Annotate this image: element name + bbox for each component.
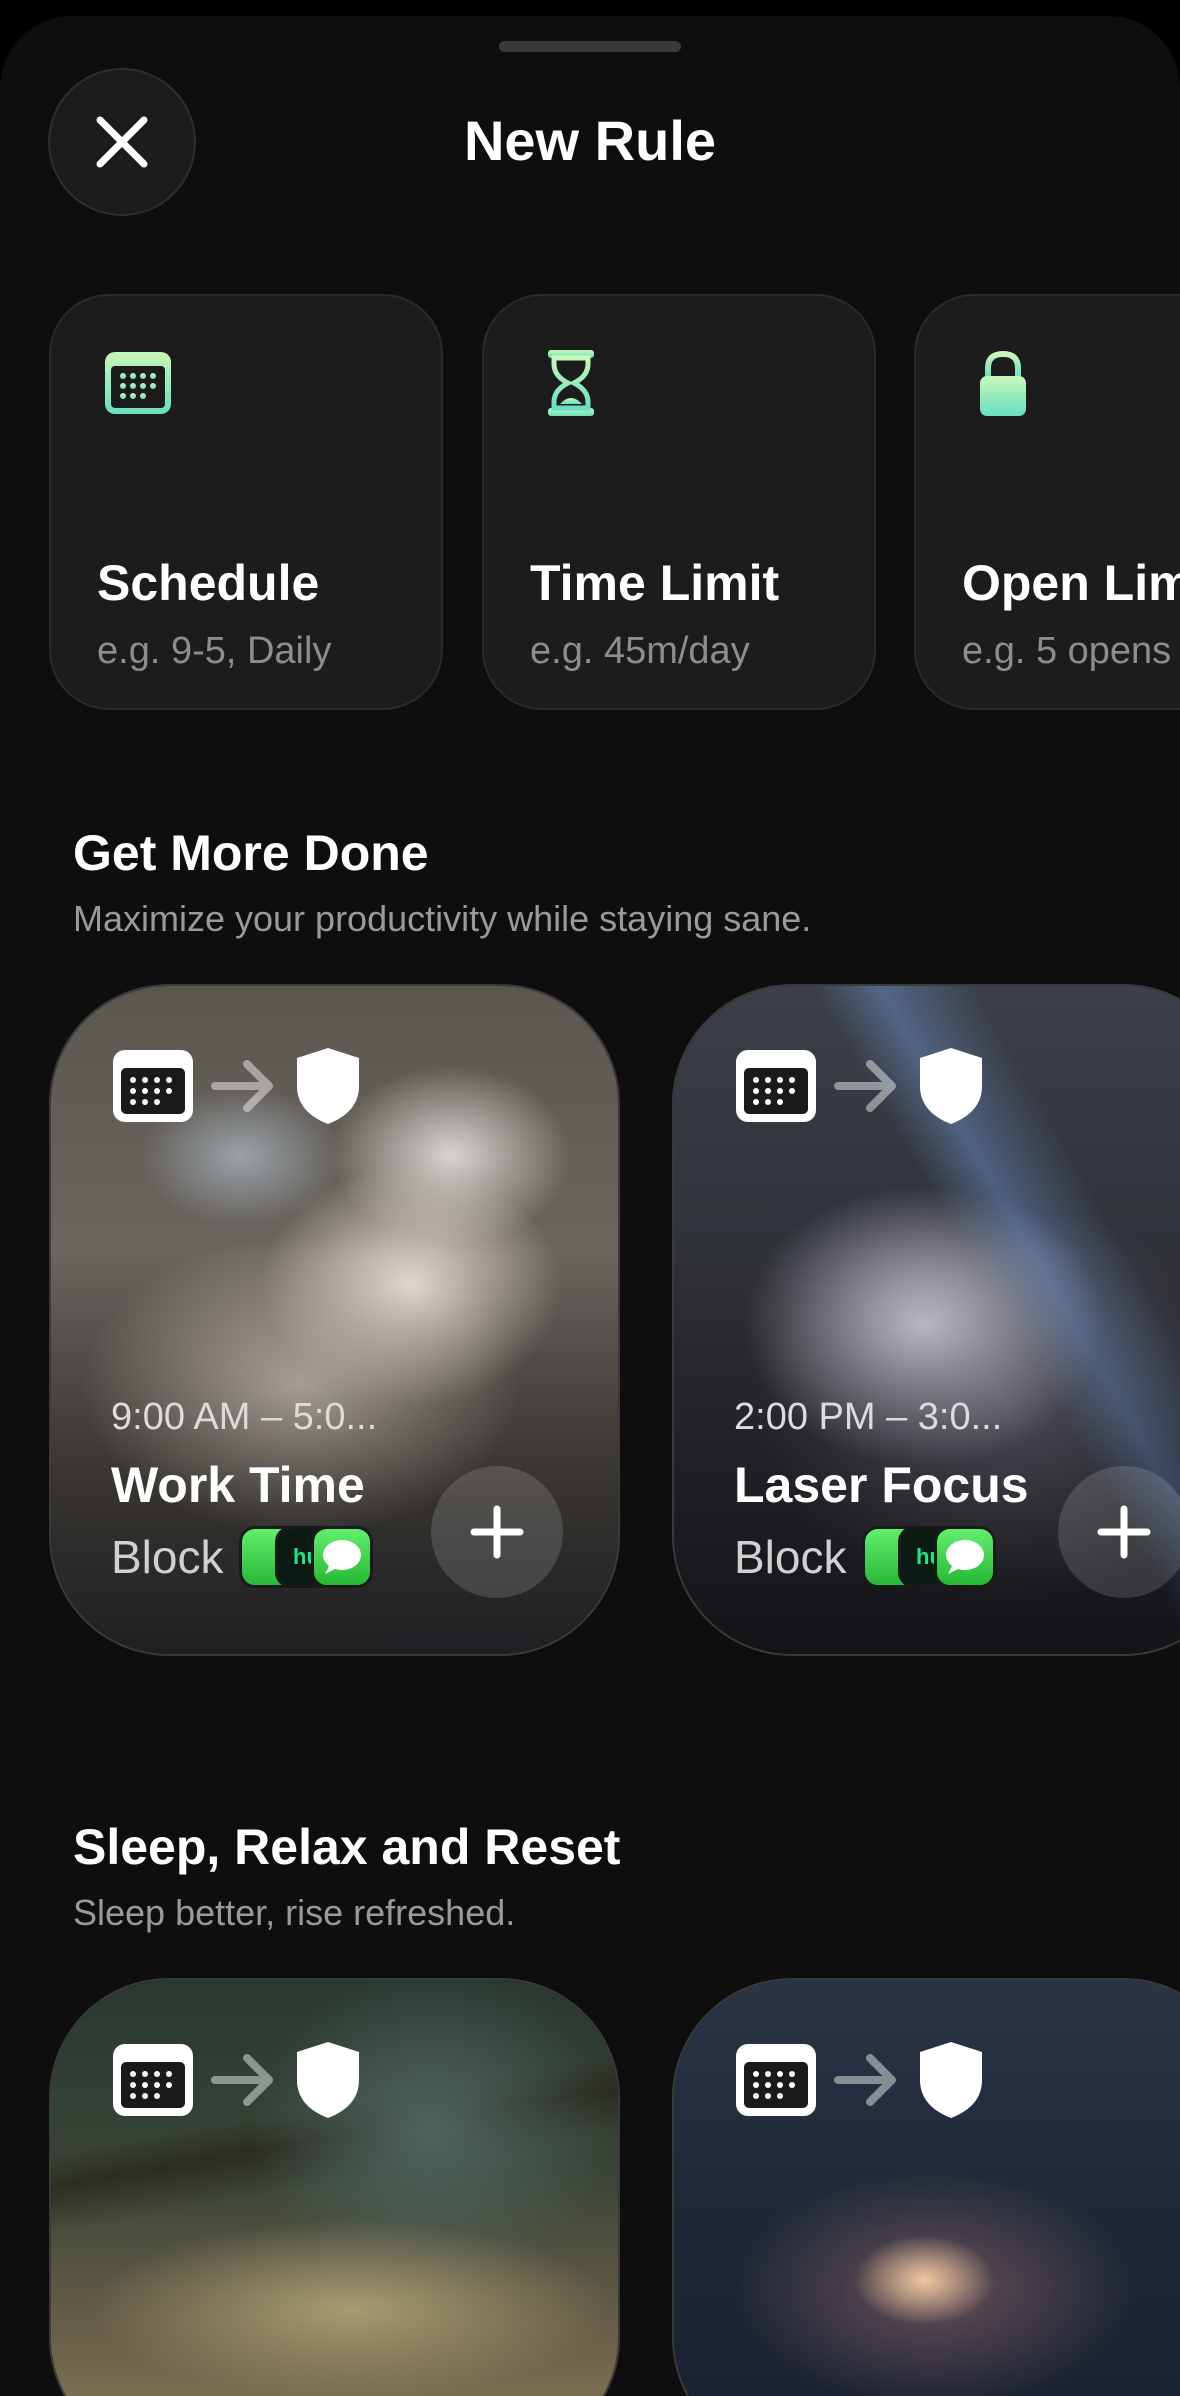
lock-icon xyxy=(980,350,1026,416)
rule-time-range: 9:00 AM – 5:0... xyxy=(111,1396,378,1438)
rule-type-example: e.g. 5 opens xyxy=(962,630,1172,672)
calendar-icon xyxy=(105,352,171,414)
rule-type-example: e.g. 45m/day xyxy=(530,630,750,672)
rule-action-label: Block xyxy=(734,1531,847,1583)
blocked-apps: hu xyxy=(239,1526,375,1588)
calendar-icon xyxy=(736,1050,816,1122)
section-subtitle: Sleep better, rise refreshed. xyxy=(73,1892,516,1933)
messages-app-icon xyxy=(934,1526,997,1588)
rule-type-label: Open Limit xyxy=(962,555,1180,611)
section-title: Sleep, Relax and Reset xyxy=(73,1819,621,1875)
rule-flow xyxy=(111,2040,363,2120)
messages-app-icon xyxy=(311,1526,374,1588)
arrow-right-icon xyxy=(211,2054,273,2106)
calendar-icon xyxy=(736,2044,816,2116)
rule-template-card-sleep[interactable] xyxy=(49,1978,620,2396)
blocked-apps: hu xyxy=(862,1526,998,1588)
section-title: Get More Done xyxy=(73,825,429,881)
arrow-right-icon xyxy=(834,1060,896,1112)
rule-type-label: Time Limit xyxy=(530,555,780,611)
rule-type-time-limit[interactable]: Time Limit e.g. 45m/day xyxy=(482,294,876,710)
page-title: New Rule xyxy=(463,109,717,172)
rule-time-range: 2:00 PM – 3:0... xyxy=(734,1396,1003,1438)
rule-name: Laser Focus xyxy=(734,1457,1029,1513)
arrow-right-icon xyxy=(834,2054,896,2106)
rule-type-example: e.g. 9-5, Daily xyxy=(97,630,332,672)
rule-template-card-laser-focus[interactable]: 2:00 PM – 3:0... Laser Focus Block hu xyxy=(672,984,1180,1656)
hourglass-icon xyxy=(548,350,594,416)
shield-icon xyxy=(297,1048,359,1124)
calendar-icon xyxy=(113,2044,193,2116)
section-subtitle: Maximize your productivity while staying… xyxy=(73,898,812,939)
rule-template-card-work-time[interactable]: 9:00 AM – 5:0... Work Time Block hu xyxy=(49,984,620,1656)
rule-type-label: Schedule xyxy=(97,555,320,611)
add-rule-button[interactable] xyxy=(431,1466,563,1598)
rule-action: Block hu xyxy=(734,1526,998,1588)
shield-icon xyxy=(920,2042,982,2118)
rule-flow xyxy=(111,1046,363,1126)
shield-icon xyxy=(920,1048,982,1124)
rule-flow xyxy=(734,1046,986,1126)
rule-name: Work Time xyxy=(111,1457,365,1513)
rule-flow xyxy=(734,2040,986,2120)
rule-type-schedule[interactable]: Schedule e.g. 9-5, Daily xyxy=(49,294,443,710)
new-rule-sheet: New Rule Schedule e.g. 9-5, Daily Time L… xyxy=(0,16,1180,2396)
shield-icon xyxy=(297,2042,359,2118)
sheet-grabber[interactable] xyxy=(499,41,681,52)
rule-template-card-night-sky[interactable] xyxy=(672,1978,1180,2396)
plus-icon xyxy=(470,1505,524,1559)
add-rule-button[interactable] xyxy=(1058,1466,1180,1598)
rule-action: Block hu xyxy=(111,1526,375,1588)
arrow-right-icon xyxy=(211,1060,273,1112)
rule-action-label: Block xyxy=(111,1531,224,1583)
rule-type-open-limit[interactable]: Open Limit e.g. 5 opens xyxy=(914,294,1180,710)
calendar-icon xyxy=(113,1050,193,1122)
plus-icon xyxy=(1097,1505,1151,1559)
